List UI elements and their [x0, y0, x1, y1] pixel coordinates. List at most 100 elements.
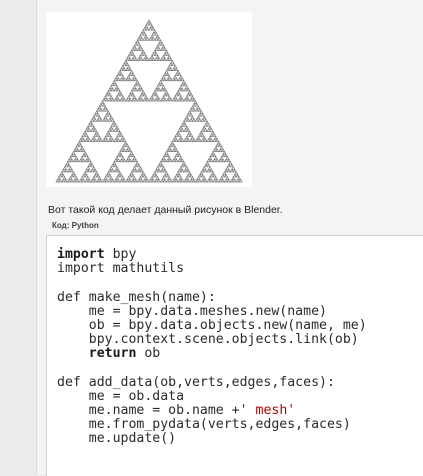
triangle-cell — [149, 176, 154, 180]
triangle-cell — [170, 140, 175, 145]
triangle-cell — [199, 110, 204, 115]
triangle-cell — [110, 87, 115, 92]
triangle-cell — [184, 176, 189, 180]
triangle-cell — [187, 171, 192, 175]
triangle-cell — [75, 158, 80, 163]
triangle-cell — [126, 95, 131, 99]
code-block[interactable]: import bpy import mathutils def make_mesh… — [46, 235, 423, 476]
triangle-cell — [186, 97, 191, 102]
triangle-cell — [96, 112, 101, 117]
triangle-cell — [212, 158, 217, 163]
triangle-cell — [167, 64, 172, 69]
triangle-cell — [123, 59, 128, 64]
triangle-cell — [191, 97, 197, 102]
triangle-cell — [65, 161, 70, 165]
triangle-cell — [109, 176, 114, 180]
triangle-cell — [160, 82, 165, 87]
triangle-cell — [178, 135, 184, 140]
triangle-cell — [83, 150, 88, 155]
triangle-cell — [184, 125, 189, 130]
triangle-cell — [221, 148, 226, 152]
triangle-cell — [101, 138, 107, 142]
triangle-cell — [72, 158, 77, 163]
triangle-cell — [67, 178, 72, 183]
triangle-cell — [226, 163, 231, 168]
triangle-cell — [226, 168, 231, 173]
triangle-cell — [110, 118, 115, 122]
triangle-cell — [136, 178, 141, 183]
triangle-cell — [71, 171, 76, 175]
triangle-cell — [174, 72, 179, 77]
triangle-cell — [72, 173, 77, 178]
triangle-cell — [142, 26, 147, 31]
triangle-cell — [138, 54, 143, 59]
triangle-cell — [136, 42, 141, 46]
triangle-cell — [81, 133, 86, 137]
triangle-cell — [157, 47, 162, 51]
triangle-cell — [176, 171, 181, 175]
triangle-cell — [194, 118, 200, 122]
code-content[interactable]: import bpy import mathutils def make_mesh… — [47, 236, 423, 447]
triangle-cell — [122, 138, 127, 142]
triangle-cell — [177, 133, 182, 137]
triangle-cell — [109, 125, 114, 130]
triangle-cell — [90, 138, 95, 142]
triangle-cell — [130, 168, 136, 173]
triangle-cell — [104, 107, 109, 112]
triangle-cell — [157, 178, 162, 183]
triangle-cell — [142, 37, 147, 41]
triangle-cell — [215, 143, 220, 147]
triangle-cell — [200, 128, 205, 132]
triangle-cell — [58, 173, 63, 178]
triangle-cell — [171, 97, 176, 102]
triangle-cell — [110, 163, 115, 168]
triangle-cell — [69, 158, 75, 163]
triangle-cell — [161, 74, 166, 79]
triangle-cell — [80, 135, 85, 140]
triangle-cell — [184, 85, 189, 89]
triangle-cell — [189, 118, 194, 122]
triangle-cell — [136, 87, 141, 92]
triangle-cell — [205, 120, 210, 125]
triangle-cell — [152, 29, 157, 34]
triangle-cell — [77, 140, 82, 145]
triangle-cell — [212, 138, 217, 142]
triangle-cell — [176, 150, 181, 155]
triangle-cell — [116, 178, 121, 183]
triangle-cell — [209, 128, 214, 132]
triangle-cell — [183, 87, 188, 92]
triangle-cell — [174, 92, 179, 97]
triangle-cell — [123, 140, 128, 145]
triangle-cell — [162, 178, 168, 183]
triangle-cell — [132, 95, 137, 99]
triangle-cell — [93, 133, 98, 137]
triangle-cell — [213, 145, 218, 150]
triangle-cell — [78, 143, 83, 147]
triangle-cell — [190, 115, 195, 120]
triangle-cell — [215, 158, 220, 163]
triangle-cell — [164, 171, 169, 175]
triangle-cell — [84, 133, 89, 137]
triangle-cell — [221, 158, 226, 163]
triangle-cell — [160, 158, 165, 163]
triangle-cell — [197, 133, 202, 137]
triangle-cell — [181, 80, 186, 84]
triangle-cell — [157, 97, 162, 102]
triangle-cell — [97, 115, 102, 120]
triangle-cell — [128, 72, 133, 77]
triangle-cell — [85, 155, 91, 160]
triangle-cell — [165, 77, 170, 82]
triangle-cell — [110, 123, 115, 127]
triangle-cell — [160, 168, 165, 173]
triangle-cell — [119, 178, 124, 183]
triangle-cell — [84, 173, 89, 178]
triangle-cell — [112, 161, 117, 165]
triangle-cell — [161, 176, 166, 180]
triangle-cell — [158, 39, 163, 44]
triangle-cell — [90, 123, 95, 127]
triangle-cell — [157, 57, 162, 61]
triangle-cell — [190, 105, 195, 109]
triangle-cell — [193, 100, 198, 104]
triangle-cell — [196, 105, 201, 109]
